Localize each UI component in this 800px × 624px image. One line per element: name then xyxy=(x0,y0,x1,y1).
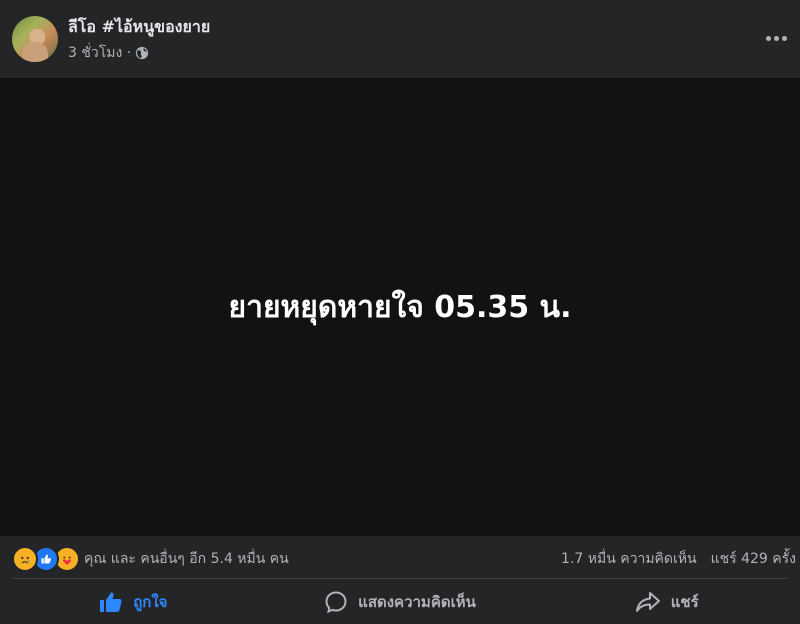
post-header: ลีโอ #ไอ้หนูของยาย 3 ชั่วโมง · xyxy=(0,0,800,78)
comment-icon xyxy=(324,590,348,614)
post-card: ลีโอ #ไอ้หนูของยาย 3 ชั่วโมง · ยายหยุดหา… xyxy=(0,0,800,624)
engagement-counts: 1.7 หมื่น ความคิดเห็น แชร์ 429 ครั้ง xyxy=(561,548,796,570)
author-avatar[interactable] xyxy=(12,16,58,62)
comment-button[interactable]: แสดงความคิดเห็น xyxy=(267,582,534,622)
post-content: ยายหยุดหายใจ 05.35 น. xyxy=(0,78,800,536)
thumbs-up-icon xyxy=(99,591,123,613)
like-button[interactable]: ถูกใจ xyxy=(0,582,267,622)
reaction-icons[interactable] xyxy=(12,546,80,572)
share-icon xyxy=(635,591,661,613)
post-meta: 3 ชั่วโมง · xyxy=(68,42,149,64)
author-name[interactable]: ลีโอ #ไอ้หนูของยาย xyxy=(68,15,210,40)
divider xyxy=(12,578,788,579)
post-time[interactable]: 3 ชั่วโมง · xyxy=(68,42,131,64)
share-label: แชร์ xyxy=(670,593,699,611)
share-button[interactable]: แชร์ xyxy=(533,582,800,622)
reaction-summary[interactable]: คุณ และ คนอื่นๆ อีก 5.4 หมื่น คน xyxy=(84,548,289,570)
reactions-bar: คุณ และ คนอื่นๆ อีก 5.4 หมื่น คน 1.7 หมื… xyxy=(0,536,800,578)
like-label: ถูกใจ xyxy=(133,593,168,611)
post-message: ยายหยุดหายใจ 05.35 น. xyxy=(228,289,572,325)
sad-emoji-icon xyxy=(12,546,38,572)
share-count[interactable]: แชร์ 429 ครั้ง xyxy=(711,548,796,570)
post-actions: ถูกใจ แสดงความคิดเห็น แชร์ xyxy=(0,580,800,624)
globe-icon xyxy=(135,46,149,60)
comment-count[interactable]: 1.7 หมื่น ความคิดเห็น xyxy=(561,548,697,570)
more-options-icon[interactable] xyxy=(756,24,796,52)
comment-label: แสดงความคิดเห็น xyxy=(358,593,476,611)
